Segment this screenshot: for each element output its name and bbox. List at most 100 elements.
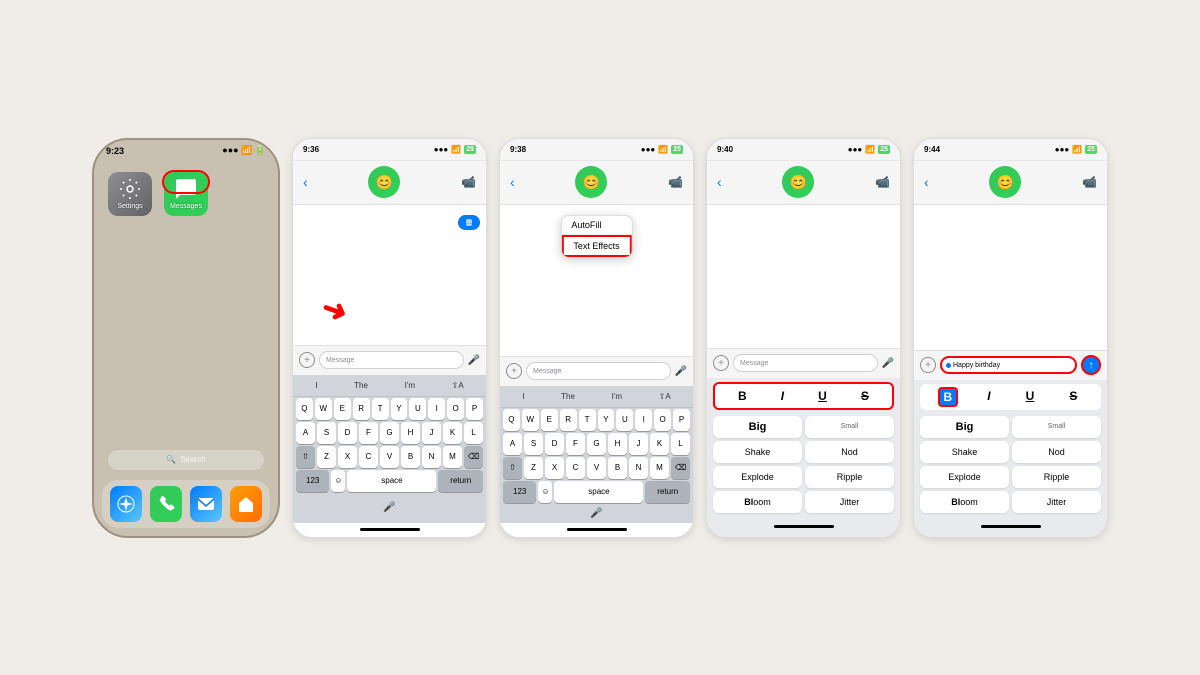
plus-btn-3[interactable]: + bbox=[506, 363, 522, 379]
back-arrow-3[interactable]: ‹ bbox=[510, 174, 515, 190]
back-arrow-5[interactable]: ‹ bbox=[924, 174, 929, 190]
key-d-2[interactable]: D bbox=[338, 422, 357, 444]
effect-ripple-4[interactable]: Ripple bbox=[805, 466, 894, 488]
header-icons-5[interactable]: 📹 bbox=[1082, 175, 1097, 189]
key-e-2[interactable]: E bbox=[334, 398, 351, 420]
video-icon-5[interactable]: 📹 bbox=[1082, 175, 1097, 189]
home-indicator-5 bbox=[914, 517, 1107, 537]
effect-ripple-5[interactable]: Ripple bbox=[1012, 466, 1101, 488]
safari-dock-icon[interactable] bbox=[110, 486, 142, 522]
key-f-2[interactable]: F bbox=[359, 422, 378, 444]
phone-dock-icon[interactable] bbox=[150, 486, 182, 522]
messages-app-icon[interactable]: Messages bbox=[164, 172, 208, 216]
status-icons-1: ●●● 📶 🔋 bbox=[222, 145, 266, 156]
effect-nod-4[interactable]: Nod bbox=[805, 441, 894, 463]
key-p-2[interactable]: P bbox=[466, 398, 483, 420]
effect-nod-5[interactable]: Nod bbox=[1012, 441, 1101, 463]
key-c-2[interactable]: C bbox=[359, 446, 378, 468]
status-right-5: ●●● 📶 25 bbox=[1055, 145, 1097, 154]
effect-jitter-5[interactable]: Jitter bbox=[1012, 491, 1101, 513]
messages-header-3: ‹ 😊 📹 bbox=[500, 161, 693, 205]
video-icon-2[interactable]: 📹 bbox=[461, 175, 476, 189]
key-l-2[interactable]: L bbox=[464, 422, 483, 444]
bold-btn-5[interactable]: B bbox=[938, 387, 959, 407]
text-effects-option[interactable]: Text Effects bbox=[561, 235, 631, 257]
key-123-2[interactable]: 123 bbox=[296, 470, 329, 492]
video-icon-3[interactable]: 📹 bbox=[668, 175, 683, 189]
effect-bloom-4[interactable]: Bloom bbox=[713, 491, 802, 513]
effect-shake-5[interactable]: Shake bbox=[920, 441, 1009, 463]
strikethrough-btn-5[interactable]: S bbox=[1063, 387, 1083, 407]
send-button-5[interactable]: ↑ bbox=[1081, 355, 1101, 375]
key-v-2[interactable]: V bbox=[380, 446, 399, 468]
key-k-2[interactable]: K bbox=[443, 422, 462, 444]
underline-btn-4[interactable]: U bbox=[812, 387, 833, 405]
key-i-2[interactable]: I bbox=[428, 398, 445, 420]
key-o-2[interactable]: O bbox=[447, 398, 464, 420]
header-icons-4[interactable]: 📹 bbox=[875, 175, 890, 189]
key-a-2[interactable]: A bbox=[296, 422, 315, 444]
key-m-2[interactable]: M bbox=[443, 446, 462, 468]
key-shift-2[interactable]: ⇧ bbox=[296, 446, 315, 468]
input-field-3[interactable]: Message bbox=[526, 362, 671, 380]
dictate-btn-3[interactable]: 🎤 bbox=[590, 508, 602, 519]
effect-small-4[interactable]: Small bbox=[805, 416, 894, 438]
key-j-2[interactable]: J bbox=[422, 422, 441, 444]
effect-shake-4[interactable]: Shake bbox=[713, 441, 802, 463]
effect-jitter-4[interactable]: Jitter bbox=[805, 491, 894, 513]
key-emoji-2[interactable]: ☺ bbox=[331, 470, 345, 492]
italic-btn-5[interactable]: I bbox=[981, 387, 996, 407]
key-n-2[interactable]: N bbox=[422, 446, 441, 468]
search-bar[interactable]: 🔍 Search bbox=[108, 450, 264, 470]
key-q-2[interactable]: Q bbox=[296, 398, 313, 420]
mic-icon-4[interactable]: 🎤 bbox=[882, 358, 894, 369]
key-t-2[interactable]: T bbox=[372, 398, 389, 420]
input-field-4[interactable]: Message bbox=[733, 354, 878, 372]
effect-big-5[interactable]: Big bbox=[920, 416, 1009, 438]
key-r-2[interactable]: R bbox=[353, 398, 370, 420]
mail-dock-icon[interactable] bbox=[190, 486, 222, 522]
strikethrough-btn-4[interactable]: S bbox=[855, 387, 875, 405]
key-b-2[interactable]: B bbox=[401, 446, 420, 468]
effect-bloom-5[interactable]: Bloom bbox=[920, 491, 1009, 513]
back-arrow-2[interactable]: ‹ bbox=[303, 174, 308, 190]
underline-btn-5[interactable]: U bbox=[1020, 387, 1041, 407]
key-q-3[interactable]: Q bbox=[503, 409, 520, 431]
avatar-4: 😊 bbox=[782, 166, 814, 198]
home-dock-icon[interactable] bbox=[230, 486, 262, 522]
key-y-2[interactable]: Y bbox=[391, 398, 408, 420]
effect-small-5[interactable]: Small bbox=[1012, 416, 1101, 438]
key-z-2[interactable]: Z bbox=[317, 446, 336, 468]
dock bbox=[102, 480, 270, 528]
key-g-2[interactable]: G bbox=[380, 422, 399, 444]
bold-btn-4[interactable]: B bbox=[732, 387, 753, 405]
key-s-2[interactable]: S bbox=[317, 422, 336, 444]
key-x-2[interactable]: X bbox=[338, 446, 357, 468]
happy-birthday-input[interactable]: Happy birthday bbox=[940, 356, 1077, 374]
avatar-2: 😊 bbox=[368, 166, 400, 198]
key-space-2[interactable]: space bbox=[347, 470, 436, 492]
dictate-btn-2[interactable]: 🎤 bbox=[383, 497, 395, 519]
effect-explode-4[interactable]: Explode bbox=[713, 466, 802, 488]
key-w-2[interactable]: W bbox=[315, 398, 332, 420]
time-1: 9:23 bbox=[106, 146, 124, 156]
plus-btn-2[interactable]: + bbox=[299, 352, 315, 368]
key-del-2[interactable]: ⌫ bbox=[464, 446, 483, 468]
key-return-2[interactable]: return bbox=[438, 470, 483, 492]
video-icon-4[interactable]: 📹 bbox=[875, 175, 890, 189]
back-arrow-4[interactable]: ‹ bbox=[717, 174, 722, 190]
input-field-2[interactable]: Message bbox=[319, 351, 464, 369]
effect-explode-5[interactable]: Explode bbox=[920, 466, 1009, 488]
mic-icon-3[interactable]: 🎤 bbox=[675, 366, 687, 377]
settings-app-icon[interactable]: Settings bbox=[108, 172, 152, 216]
italic-btn-4[interactable]: I bbox=[775, 387, 790, 405]
plus-btn-4[interactable]: + bbox=[713, 355, 729, 371]
header-icons-3[interactable]: 📹 bbox=[668, 175, 683, 189]
header-icons-2[interactable]: 📹 bbox=[461, 175, 476, 189]
plus-btn-5[interactable]: + bbox=[920, 357, 936, 373]
key-u-2[interactable]: U bbox=[409, 398, 426, 420]
key-h-2[interactable]: H bbox=[401, 422, 420, 444]
mic-icon-2[interactable]: 🎤 bbox=[468, 355, 480, 366]
effect-big-4[interactable]: Big bbox=[713, 416, 802, 438]
autofill-option[interactable]: AutoFill bbox=[561, 216, 631, 235]
